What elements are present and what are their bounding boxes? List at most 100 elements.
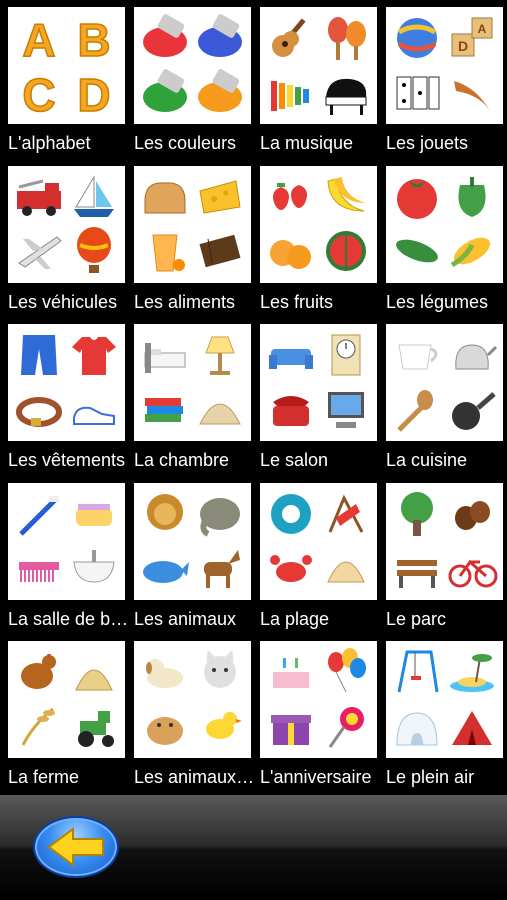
category-thumbnail: [260, 482, 377, 600]
category-label: La ferme: [8, 767, 80, 787]
xylophone-icon: [264, 66, 319, 121]
category-grid: A B C D L'alphabet Les couleurs La musique D A Le…: [0, 0, 507, 795]
blocks-icon: DA: [445, 11, 500, 66]
svg-text:B: B: [77, 14, 110, 64]
category-tile[interactable]: La chambre: [132, 317, 252, 475]
category-label: Les légumes: [386, 291, 489, 312]
tractor-icon: [67, 700, 122, 755]
category-label: Les animaux domestiques: [134, 767, 257, 787]
category-tile[interactable]: La cuisine: [384, 317, 504, 475]
category-label: La cuisine: [386, 450, 468, 470]
cucumber-icon: [390, 224, 445, 279]
lion-icon: [138, 487, 193, 542]
category-thumbnail: [386, 165, 503, 283]
bed-icon: [138, 328, 193, 383]
sink-icon: [67, 541, 122, 596]
paint-tube-orange-icon: [193, 66, 248, 121]
hen-icon: [12, 645, 67, 700]
category-thumbnail: [260, 7, 377, 124]
category-tile[interactable]: La ferme: [6, 634, 126, 792]
category-tile[interactable]: La musique: [258, 0, 378, 158]
category-label: Les véhicules: [8, 291, 118, 312]
category-thumbnail: [134, 165, 251, 283]
category-thumbnail: [8, 165, 125, 283]
piano-icon: [319, 66, 374, 121]
elephant-icon: [193, 487, 248, 542]
bicycle-icon: [445, 541, 500, 596]
dog-icon: [138, 645, 193, 700]
bananas-icon: [319, 170, 374, 225]
boomerang-icon: [445, 66, 500, 121]
guitar-icon: [264, 11, 319, 66]
horse-icon: [193, 541, 248, 596]
comb-icon: [12, 541, 67, 596]
crab-icon: [264, 541, 319, 596]
category-tile[interactable]: Les véhicules: [6, 159, 126, 317]
category-thumbnail: [134, 641, 251, 758]
cheese-icon: [193, 170, 248, 225]
ball-icon: [390, 11, 445, 66]
category-tile[interactable]: Les fruits: [258, 159, 378, 317]
canary-icon: [193, 700, 248, 755]
category-label: Les vêtements: [8, 450, 126, 470]
frying-pan-icon: [445, 383, 500, 438]
fire-truck-icon: [12, 170, 67, 225]
clock-icon: [319, 328, 374, 383]
category-label: La chambre: [134, 450, 230, 470]
toothbrush-icon: [12, 487, 67, 542]
category-thumbnail: [134, 7, 251, 124]
category-thumbnail: [8, 641, 125, 758]
whale-icon: [138, 541, 193, 596]
category-thumbnail: [260, 165, 377, 283]
strawberries-icon: [264, 170, 319, 225]
category-label: La musique: [260, 133, 354, 153]
paint-tube-red-icon: [138, 11, 193, 66]
back-button[interactable]: [33, 816, 119, 878]
category-label: L'alphabet: [8, 133, 91, 153]
bread-icon: [138, 170, 193, 225]
category-tile[interactable]: La plage: [258, 476, 378, 634]
category-tile[interactable]: Le plein air: [384, 634, 504, 792]
jeans-icon: [12, 328, 67, 383]
corn-icon: [445, 224, 500, 279]
category-tile[interactable]: Les aliments: [132, 159, 252, 317]
category-tile[interactable]: Le parc: [384, 476, 504, 634]
orange-juice-icon: [138, 224, 193, 279]
category-thumbnail: [8, 324, 125, 441]
island-icon: [445, 645, 500, 700]
category-label: Les couleurs: [134, 133, 237, 153]
category-thumbnail: [8, 482, 125, 600]
wheat-icon: [12, 700, 67, 755]
category-tile[interactable]: Le salon: [258, 317, 378, 475]
category-tile[interactable]: Les animaux domestiques: [132, 634, 257, 792]
maracas-icon: [319, 11, 374, 66]
category-label: L'anniversaire: [260, 767, 372, 787]
category-thumbnail: [386, 324, 503, 441]
green-pepper-icon: [445, 170, 500, 225]
telephone-icon: [264, 383, 319, 438]
books-icon: [138, 383, 193, 438]
category-tile[interactable]: A B C D L'alphabet: [6, 0, 126, 158]
category-label: Les animaux: [134, 608, 237, 629]
beach-chair-icon: [319, 487, 374, 542]
dominoes-icon: [390, 66, 445, 121]
category-tile[interactable]: L'anniversaire: [258, 634, 378, 792]
lamp-icon: [193, 328, 248, 383]
hot-air-balloon-icon: [67, 224, 122, 279]
category-tile[interactable]: Les couleurs: [132, 0, 252, 158]
apricots-icon: [264, 224, 319, 279]
hay-icon: [67, 645, 122, 700]
t-shirt-icon: [67, 328, 122, 383]
category-tile[interactable]: Les légumes: [384, 159, 504, 317]
category-label: Le parc: [386, 608, 447, 629]
category-tile[interactable]: La salle de bain: [6, 476, 131, 634]
igloo-icon: [390, 700, 445, 755]
paint-tube-green-icon: [138, 66, 193, 121]
category-thumbnail: ABCD: [8, 7, 125, 124]
category-tile[interactable]: D A Les jouets: [384, 0, 504, 158]
letter-d-icon: D: [67, 66, 122, 121]
category-tile[interactable]: Les animaux: [132, 476, 252, 634]
sneakers-icon: [67, 383, 122, 438]
category-tile[interactable]: Les vêtements: [6, 317, 126, 475]
chestnuts-icon: [445, 487, 500, 542]
